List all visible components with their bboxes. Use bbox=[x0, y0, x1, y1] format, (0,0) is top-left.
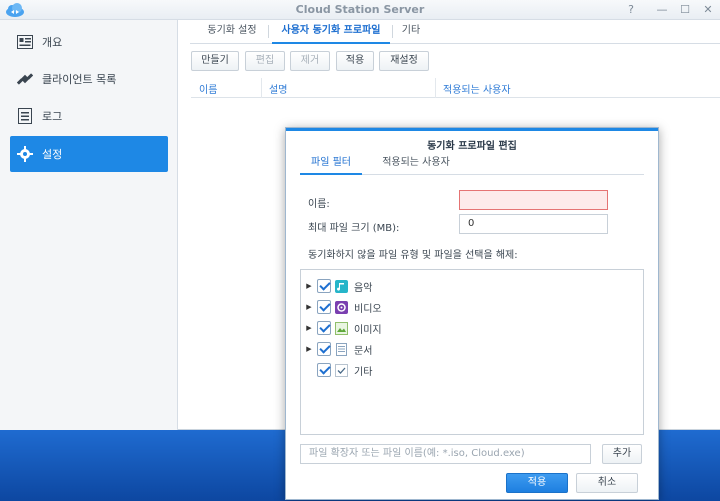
expand-arrow-icon[interactable]: ▶ bbox=[301, 303, 317, 311]
max-file-size-label: 최대 파일 크기 (MB): bbox=[308, 223, 400, 234]
log-icon bbox=[16, 107, 34, 125]
expand-arrow-icon[interactable]: ▶ bbox=[301, 324, 317, 332]
video-checkbox[interactable] bbox=[317, 300, 331, 314]
minimize-icon[interactable]: — bbox=[654, 2, 670, 18]
file-type-tree: ▶ 음악 ▶ 비디오 ▶ 이미지 ▶ 문서 기타 bbox=[300, 269, 644, 435]
tab-user-sync-profile[interactable]: 사용자 동기화 프로파일 bbox=[272, 20, 390, 44]
sidebar-item-label: 로그 bbox=[42, 110, 63, 123]
document-icon bbox=[335, 342, 348, 356]
tree-item-document[interactable]: ▶ 문서 bbox=[301, 339, 643, 359]
reset-button[interactable]: 재설정 bbox=[379, 51, 429, 71]
sidebar-item-overview[interactable]: 개요 bbox=[10, 24, 168, 60]
expand-arrow-icon[interactable]: ▶ bbox=[301, 282, 317, 290]
tab-file-filter[interactable]: 파일 필터 bbox=[300, 153, 362, 175]
sidebar-item-label: 개요 bbox=[42, 36, 63, 49]
gear-icon bbox=[16, 145, 34, 163]
column-description[interactable]: 설명 bbox=[269, 81, 287, 96]
edit-sync-profile-dialog: 동기화 프로파일 편집 파일 필터 적용되는 사용자 이름: 최대 파일 크기 … bbox=[285, 127, 659, 500]
expand-arrow-icon[interactable]: ▶ bbox=[301, 345, 317, 353]
tab-applied-users[interactable]: 적용되는 사용자 bbox=[368, 153, 464, 175]
dialog-apply-button[interactable]: 적용 bbox=[506, 473, 568, 493]
maximize-icon[interactable]: ☐ bbox=[677, 2, 693, 18]
name-input[interactable] bbox=[459, 190, 608, 210]
profile-grid-header: 이름 설명 적용되는 사용자 bbox=[191, 78, 720, 98]
tab-separator bbox=[392, 25, 393, 38]
close-icon[interactable]: ✕ bbox=[700, 2, 716, 18]
tab-separator bbox=[268, 25, 269, 38]
music-icon bbox=[335, 279, 348, 293]
sidebar-item-clients[interactable]: 클라이언트 목록 bbox=[10, 61, 168, 97]
tree-item-music[interactable]: ▶ 음악 bbox=[301, 276, 643, 296]
main-tabs: 동기화 설정 사용자 동기화 프로파일 기타 bbox=[190, 20, 720, 44]
document-checkbox[interactable] bbox=[317, 342, 331, 356]
column-name[interactable]: 이름 bbox=[199, 81, 217, 96]
name-label: 이름: bbox=[308, 199, 330, 210]
column-applied-users[interactable]: 적용되는 사용자 bbox=[443, 81, 511, 96]
satellite-icon bbox=[16, 70, 34, 88]
apply-button[interactable]: 적용 bbox=[336, 51, 374, 71]
column-separator bbox=[435, 78, 436, 98]
add-button[interactable]: 추가 bbox=[602, 444, 642, 464]
help-icon[interactable]: ? bbox=[623, 2, 639, 18]
sidebar-item-log[interactable]: 로그 bbox=[10, 98, 168, 134]
dialog-tabs: 파일 필터 적용되는 사용자 bbox=[300, 153, 644, 175]
dialog-cancel-button[interactable]: 취소 bbox=[576, 473, 638, 493]
image-checkbox[interactable] bbox=[317, 321, 331, 335]
window-title: Cloud Station Server bbox=[295, 3, 425, 16]
tree-item-image[interactable]: ▶ 이미지 bbox=[301, 318, 643, 338]
dialog-title: 동기화 프로파일 편집 bbox=[427, 141, 517, 152]
music-checkbox[interactable] bbox=[317, 279, 331, 293]
sidebar-item-label: 클라이언트 목록 bbox=[42, 73, 117, 86]
max-file-size-input[interactable]: 0 bbox=[459, 214, 608, 234]
edit-button[interactable]: 편집 bbox=[245, 51, 285, 71]
tree-item-other[interactable]: 기타 bbox=[301, 360, 643, 380]
title-bar[interactable]: Cloud Station Server ? — ☐ ✕ bbox=[0, 0, 720, 20]
file-extension-input[interactable]: 파일 확장자 또는 파일 이름(예: *.iso, Cloud.exe) bbox=[300, 444, 591, 464]
dialog-accent-line bbox=[286, 128, 658, 131]
exclude-instruction-label: 동기화하지 않을 파일 유형 및 파일을 선택을 해제: bbox=[308, 250, 518, 261]
other-checkbox[interactable] bbox=[317, 363, 331, 377]
create-button[interactable]: 만들기 bbox=[191, 51, 239, 71]
overview-icon bbox=[16, 33, 34, 51]
video-icon bbox=[335, 300, 348, 314]
image-icon bbox=[335, 321, 348, 335]
sidebar: 개요 클라이언트 목록 로그 설정 bbox=[0, 20, 178, 430]
sidebar-item-settings[interactable]: 설정 bbox=[10, 136, 168, 172]
sidebar-item-label: 설정 bbox=[42, 148, 63, 161]
other-icon bbox=[335, 363, 348, 377]
delete-button[interactable]: 제거 bbox=[290, 51, 330, 71]
tree-item-video[interactable]: ▶ 비디오 bbox=[301, 297, 643, 317]
tab-other[interactable]: 기타 bbox=[396, 20, 426, 44]
column-separator bbox=[261, 78, 262, 98]
tab-sync-settings[interactable]: 동기화 설정 bbox=[198, 20, 266, 44]
